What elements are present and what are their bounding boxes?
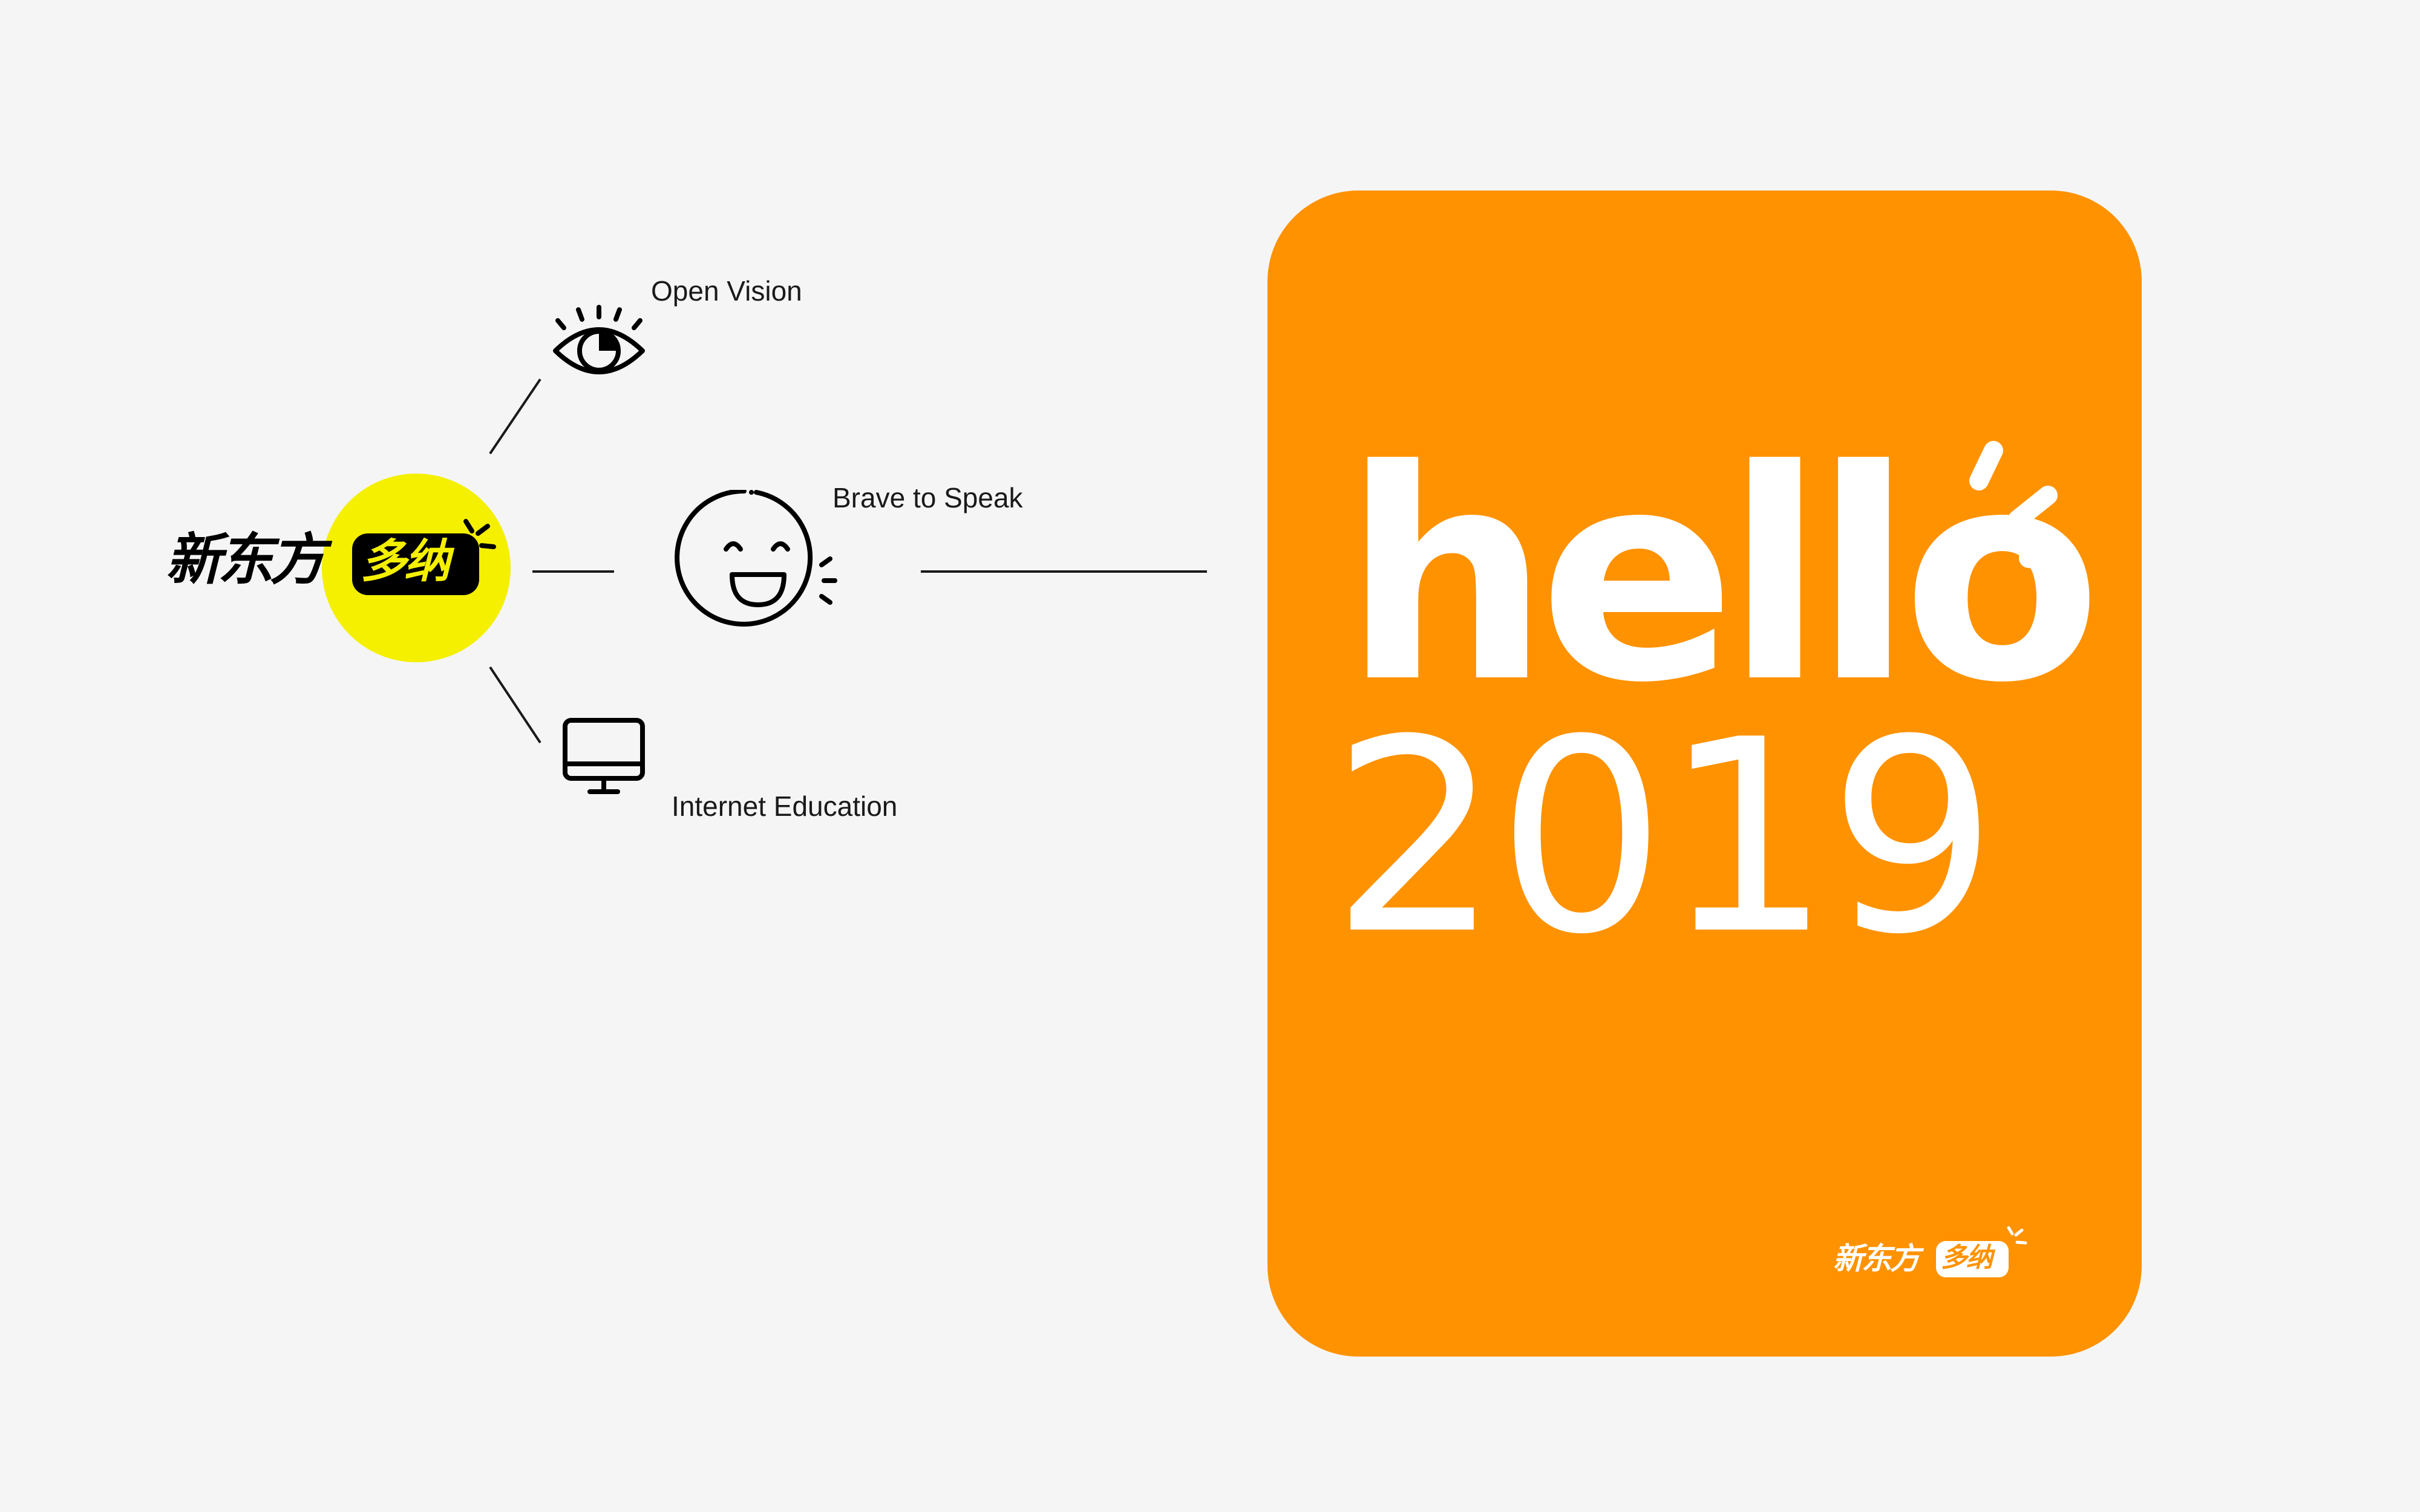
card-year: 2019 — [1331, 683, 1998, 992]
card-footer-badge: 多纳 — [1936, 1241, 2009, 1277]
node-label-internet-education: Internet Education — [672, 790, 898, 822]
spark-icon — [463, 519, 496, 549]
brand-badge-text: 多纳 — [361, 534, 450, 588]
eye-icon — [553, 305, 645, 374]
hello-2019-card: hello 2019 新东方 多纳 — [1267, 191, 2142, 1357]
connector-line-internet-education — [489, 666, 541, 744]
card-footer-badge-text: 多纳 — [1941, 1242, 1993, 1273]
smiling-face-icon — [675, 490, 837, 627]
card-footer-spark-icon — [2007, 1226, 2027, 1245]
node-label-brave-to-speak: Brave to Speak — [832, 482, 1023, 513]
diagram-canvas: 新东方 多纳 Open Vision Brave to Speak Intern… — [0, 0, 2420, 1512]
card-footer-brand-cn: 新东方 — [1833, 1241, 1920, 1276]
card-spark-icon — [1969, 441, 2078, 573]
brand-logo: 新东方 多纳 — [163, 472, 526, 665]
node-label-open-vision: Open Vision — [651, 275, 802, 307]
card-footer-logo: 新东方 多纳 — [1833, 1222, 2033, 1282]
monitor-icon — [563, 718, 645, 794]
connector-line-open-vision — [489, 378, 541, 455]
brand-name-cn: 新东方 — [166, 527, 325, 592]
